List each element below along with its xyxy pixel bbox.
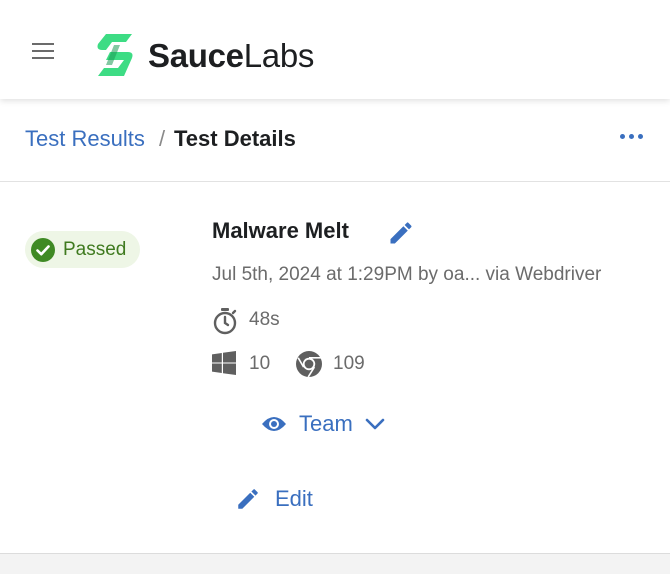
chevron-down-icon: [365, 418, 385, 430]
logo-text-bold: Sauce: [148, 37, 244, 74]
browser-version: 109: [333, 353, 365, 374]
edit-label: Edit: [275, 486, 313, 511]
status-label: Passed: [63, 238, 127, 260]
windows-icon: [212, 351, 236, 375]
test-meta: Jul 5th, 2024 at 1:29PM by oa... via Web…: [212, 264, 602, 285]
breadcrumb: Test Results / Test Details: [0, 99, 670, 182]
breadcrumb-separator: /: [159, 126, 166, 151]
stopwatch-icon: [213, 308, 237, 335]
check-circle-icon: [31, 237, 55, 262]
visibility-label: Team: [299, 411, 353, 436]
edit-button[interactable]: Edit: [235, 482, 313, 516]
saucelabs-logo-icon: [97, 34, 133, 76]
bottom-section-divider: [0, 553, 670, 574]
test-name: Malware Melt: [212, 218, 349, 243]
pencil-icon[interactable]: [387, 219, 415, 247]
eye-icon: [262, 417, 286, 431]
os-version: 10: [249, 353, 271, 374]
more-options-icon[interactable]: [617, 130, 647, 144]
breadcrumb-test-results-link[interactable]: Test Results: [25, 126, 145, 152]
top-header: SauceLabs: [0, 0, 670, 99]
logo-text-regular: Labs: [243, 37, 315, 74]
saucelabs-logo-text: SauceLabs: [148, 38, 314, 74]
test-duration: 48s: [249, 309, 280, 330]
status-badge: Passed: [25, 231, 141, 268]
pencil-icon: [238, 489, 258, 509]
breadcrumb-current-page: Test Details: [174, 126, 296, 151]
visibility-dropdown[interactable]: Team: [261, 407, 385, 441]
chrome-icon: [296, 351, 322, 378]
hamburger-menu-icon[interactable]: [30, 40, 56, 62]
